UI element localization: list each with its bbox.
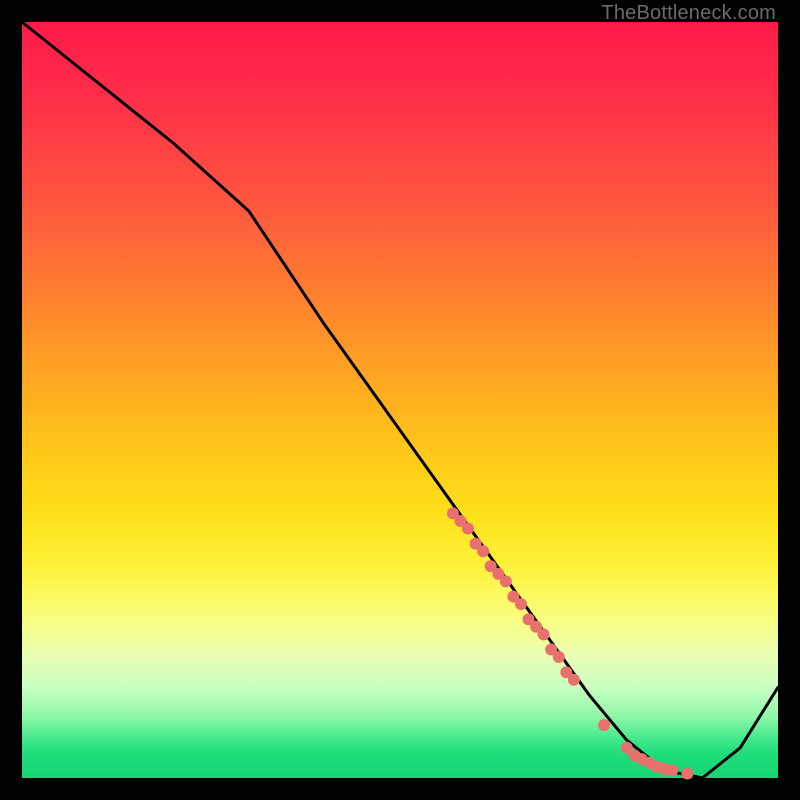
highlight-markers xyxy=(447,507,693,779)
chart-frame: TheBottleneck.com xyxy=(0,0,800,800)
bottleneck-curve xyxy=(22,22,778,778)
chart-overlay xyxy=(22,22,778,778)
watermark-text: TheBottleneck.com xyxy=(601,2,776,25)
